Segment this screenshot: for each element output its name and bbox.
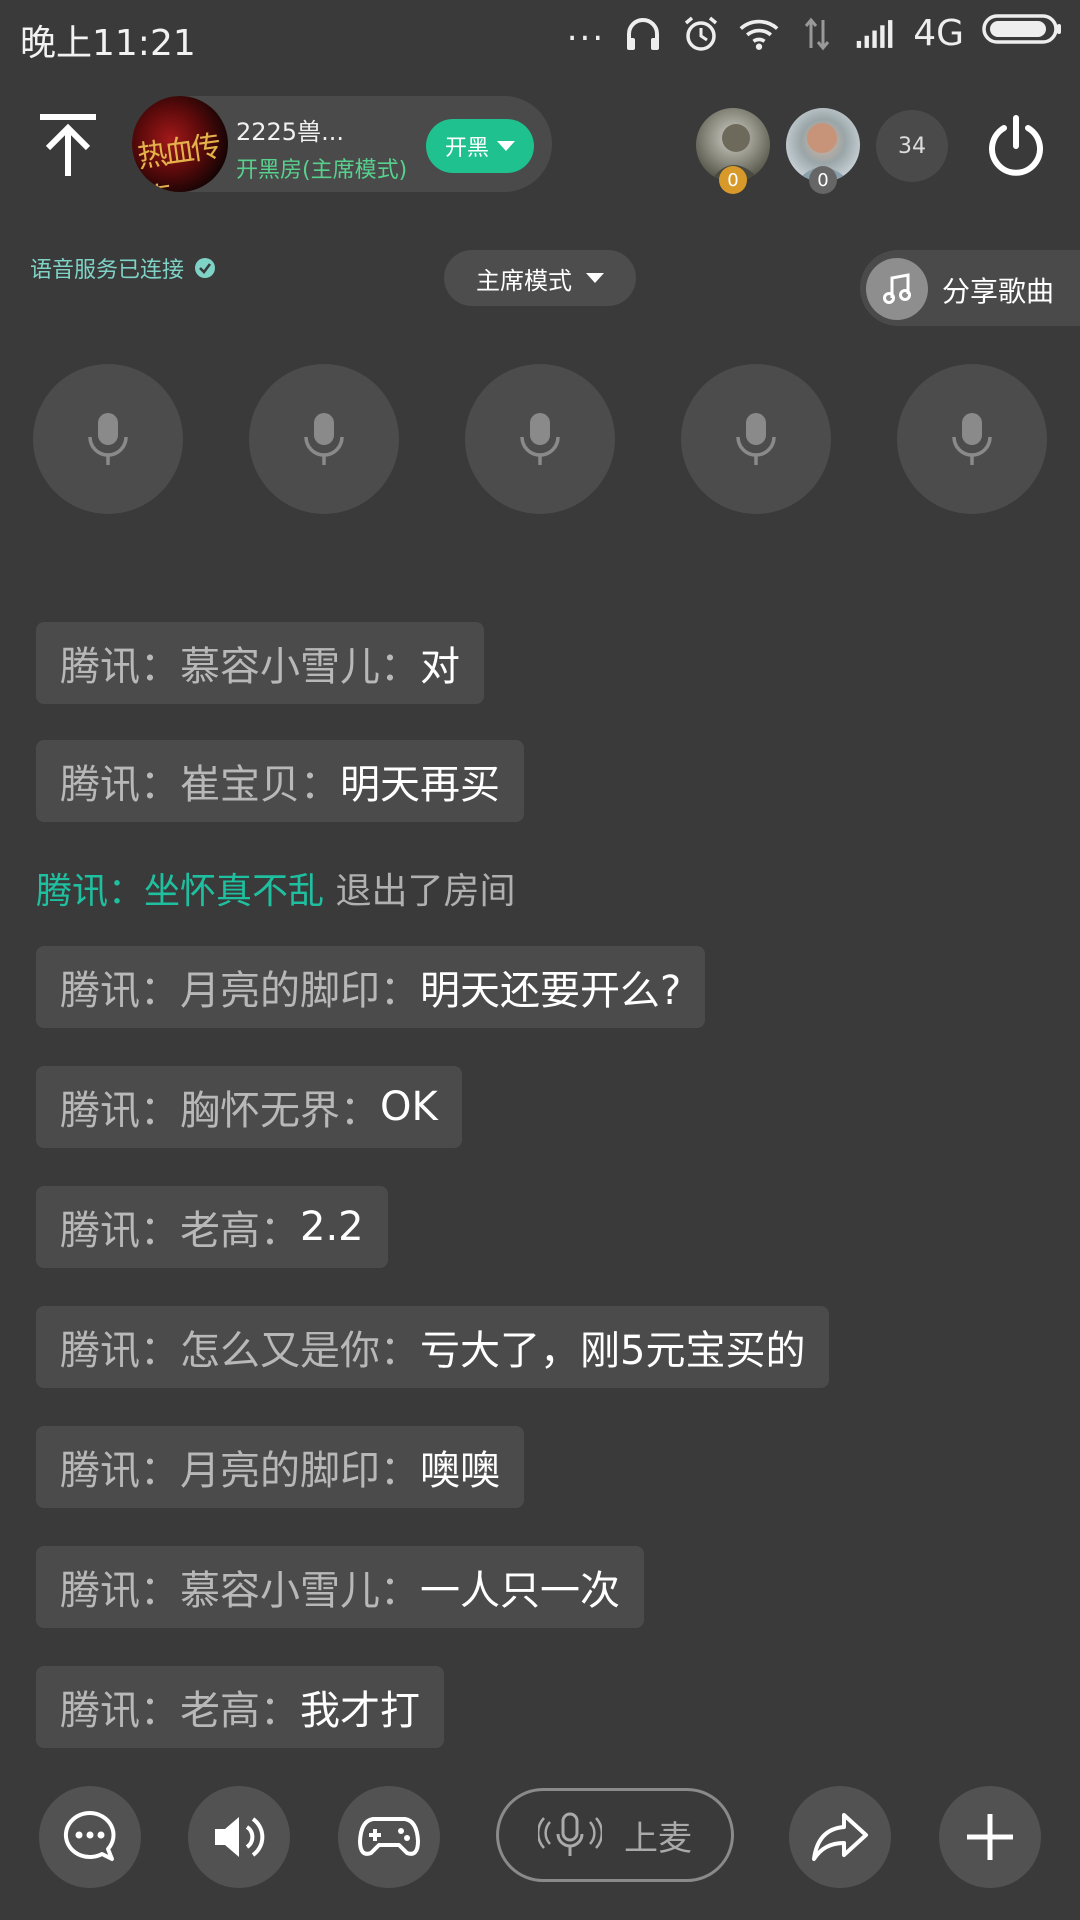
microphone-icon <box>520 413 560 465</box>
chat-text: 对 <box>420 644 460 690</box>
chat-text: 噢噢 <box>420 1448 500 1494</box>
status-icons: ... 4G <box>566 8 1062 55</box>
system-message-user: 腾讯：坐怀真不乱 <box>36 871 325 912</box>
user-badge: 0 <box>719 166 747 194</box>
status-bar: 晚上11:21 ... 4G <box>0 0 1080 78</box>
take-mic-button[interactable]: 上麦 <box>496 1788 734 1882</box>
chat-message: 腾讯：慕容小雪儿：对 <box>36 622 484 704</box>
chat-sender: 腾讯：老高： <box>60 1688 300 1734</box>
member-count-button[interactable]: 34 <box>876 110 948 182</box>
chat-text: 我才打 <box>300 1688 420 1734</box>
share-arrow-icon <box>812 1813 868 1861</box>
microphone-waves-icon <box>538 1812 602 1856</box>
mic-slot[interactable] <box>681 364 831 514</box>
chat-message: 腾讯：老高： 我才打 <box>36 1666 444 1748</box>
speaker-button[interactable] <box>188 1786 290 1888</box>
power-icon <box>989 115 1043 176</box>
more-notifications-icon: ... <box>566 8 606 49</box>
caret-down-icon <box>586 273 604 283</box>
alarm-icon <box>681 14 721 54</box>
chat-text: 2.2 <box>300 1204 364 1250</box>
chat-sender: 腾讯：月亮的脚印： <box>60 968 420 1014</box>
room-avatar[interactable]: 热血传奇 <box>132 96 228 192</box>
headset-icon <box>623 14 663 54</box>
chat-message: 腾讯：慕容小雪儿： 一人只一次 <box>36 1546 644 1628</box>
microphone-icon <box>88 413 128 465</box>
music-note-icon <box>866 258 928 320</box>
chat-text: 一人只一次 <box>420 1568 620 1614</box>
chat-sender: 腾讯：老高： <box>60 1208 300 1254</box>
chat-message: 腾讯：月亮的脚印： 明天还要开么? <box>36 946 706 1028</box>
chat-message: 腾讯：崔宝贝： 明天再买 <box>36 740 524 822</box>
chat-sender: 腾讯：慕容小雪儿： <box>60 644 420 690</box>
chat-text: 明天再买 <box>340 762 500 808</box>
mic-slot[interactable] <box>897 364 1047 514</box>
chat-message: 腾讯：怎么又是你： 亏大了，刚5元宝买的 <box>36 1306 830 1388</box>
chat-sender: 腾讯：崔宝贝： <box>60 762 340 808</box>
more-actions-button[interactable] <box>939 1786 1041 1888</box>
chat-message: 腾讯：胸怀无界： OK <box>36 1066 462 1148</box>
mode-dropdown[interactable]: 主席模式 <box>444 250 636 306</box>
mic-slot[interactable] <box>33 364 183 514</box>
microphone-icon <box>304 413 344 465</box>
mic-slot[interactable] <box>465 364 615 514</box>
share-song-label: 分享歌曲 <box>942 275 1055 308</box>
system-message: 腾讯：坐怀真不乱 退出了房间 <box>36 862 515 914</box>
signal-icon <box>855 14 895 54</box>
chat-message: 腾讯：老高： 2.2 <box>36 1186 388 1268</box>
check-circle-icon <box>195 258 216 278</box>
room-name: 2225兽... <box>236 118 344 146</box>
system-message-text: 退出了房间 <box>324 871 516 912</box>
game-logo-icon: 热血传奇 <box>135 129 221 192</box>
chat-sender: 腾讯：慕容小雪儿： <box>60 1568 420 1614</box>
kaihei-label: 开黑 <box>444 136 489 161</box>
chat-sender: 腾讯：月亮的脚印： <box>60 1448 420 1494</box>
take-mic-label: 上麦 <box>624 1818 692 1859</box>
chat-message: 腾讯：月亮的脚印： 噢噢 <box>36 1426 524 1508</box>
room-mode-text: 开黑房(主席模式) <box>236 158 408 183</box>
chat-bubble-icon <box>63 1810 116 1861</box>
microphone-icon <box>952 413 992 465</box>
chat-sender: 腾讯：怎么又是你： <box>60 1328 420 1374</box>
plus-icon <box>967 1814 1013 1860</box>
data-transfer-icon <box>797 14 837 54</box>
chat-text: 亏大了，刚5元宝买的 <box>420 1328 806 1374</box>
microphone-icon <box>736 413 776 465</box>
kaihei-dropdown-button[interactable]: 开黑 <box>426 119 534 173</box>
chat-text: OK <box>380 1084 438 1130</box>
game-button[interactable] <box>338 1786 440 1888</box>
speaker-icon <box>215 1817 265 1857</box>
gamepad-icon <box>358 1817 420 1856</box>
network-type: 4G <box>913 13 964 54</box>
chat-sender: 腾讯：胸怀无界： <box>60 1088 380 1134</box>
status-time: 晚上11:21 <box>20 23 196 64</box>
back-to-top-button[interactable] <box>36 110 100 180</box>
voice-connection-status: 语音服务已连接 <box>30 252 216 284</box>
mode-dropdown-label: 主席模式 <box>476 266 572 295</box>
caret-down-icon <box>497 141 515 151</box>
share-button[interactable] <box>789 1786 891 1888</box>
battery-icon <box>982 12 1062 55</box>
chat-input-button[interactable] <box>39 1786 141 1888</box>
exit-room-button[interactable] <box>986 114 1046 178</box>
mic-slot[interactable] <box>249 364 399 514</box>
voice-status-text: 语音服务已连接 <box>30 258 185 283</box>
wifi-icon <box>739 14 779 54</box>
chat-text: 明天还要开么? <box>420 968 682 1014</box>
user-badge: 0 <box>809 166 837 194</box>
arrow-up-icon <box>40 114 96 176</box>
